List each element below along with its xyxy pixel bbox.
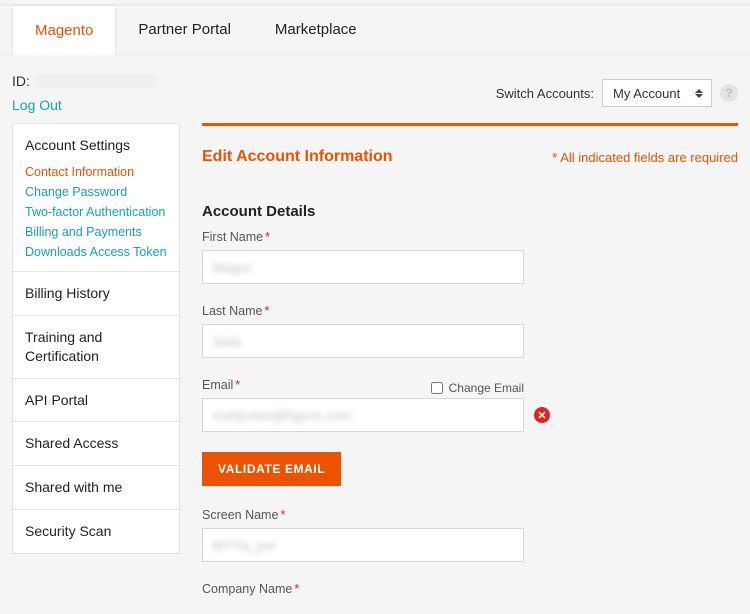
main-content: Edit Account Information * All indicated… [202,123,738,602]
change-email-label: Change Email [449,381,524,395]
validate-email-button[interactable]: VALIDATE EMAIL [202,452,341,486]
screen-name-input[interactable]: MYYa_jon [202,528,524,562]
switch-accounts-label: Switch Accounts: [496,86,594,101]
help-icon[interactable]: ? [720,84,738,102]
first-name-label: First Name* [202,230,738,244]
sidebar: Account Settings Contact Information Cha… [12,123,180,554]
tab-marketplace[interactable]: Marketplace [253,5,379,54]
sidebar-link-downloads-token[interactable]: Downloads Access Token [25,245,167,259]
error-icon: ✕ [534,407,550,423]
logout-link[interactable]: Log Out [12,97,156,113]
last-name-input[interactable]: Sala [202,324,524,358]
screen-name-label: Screen Name* [202,508,738,522]
switch-accounts-select[interactable]: My Account [602,79,712,107]
last-name-label: Last Name* [202,304,738,318]
sidebar-link-two-factor-auth[interactable]: Two-factor Authentication [25,205,167,219]
sidebar-item-api-portal[interactable]: API Portal [25,391,167,410]
sidebar-item-security-scan[interactable]: Security Scan [25,522,167,541]
account-id-value [36,75,156,88]
tab-partner-portal[interactable]: Partner Portal [116,5,253,54]
sidebar-link-contact-information[interactable]: Contact Information [25,165,167,179]
section-title-account-details: Account Details [202,203,738,220]
sidebar-item-billing-history[interactable]: Billing History [25,284,167,303]
first-name-input[interactable]: Mugur [202,250,524,284]
sidebar-link-billing-payments[interactable]: Billing and Payments [25,225,167,239]
sidebar-item-account-settings[interactable]: Account Settings [25,136,167,155]
tab-magento[interactable]: Magento [12,5,116,55]
email-label: Email* [202,378,240,392]
company-name-label: Company Name* [202,582,738,596]
page-title: Edit Account Information [202,148,393,166]
chevron-updown-icon [695,89,703,98]
switch-accounts-value: My Account [613,86,680,101]
id-label: ID: [12,73,30,89]
required-fields-note: * All indicated fields are required [552,150,738,165]
sidebar-link-change-password[interactable]: Change Password [25,185,167,199]
sidebar-item-shared-access[interactable]: Shared Access [25,434,167,453]
email-input[interactable]: mailjunko@figure.com [202,398,524,432]
top-tabs: Magento Partner Portal Marketplace [0,5,750,55]
sidebar-item-shared-with-me[interactable]: Shared with me [25,478,167,497]
sidebar-item-training-certification[interactable]: Training and Certification [25,328,167,366]
change-email-checkbox[interactable] [431,382,443,394]
